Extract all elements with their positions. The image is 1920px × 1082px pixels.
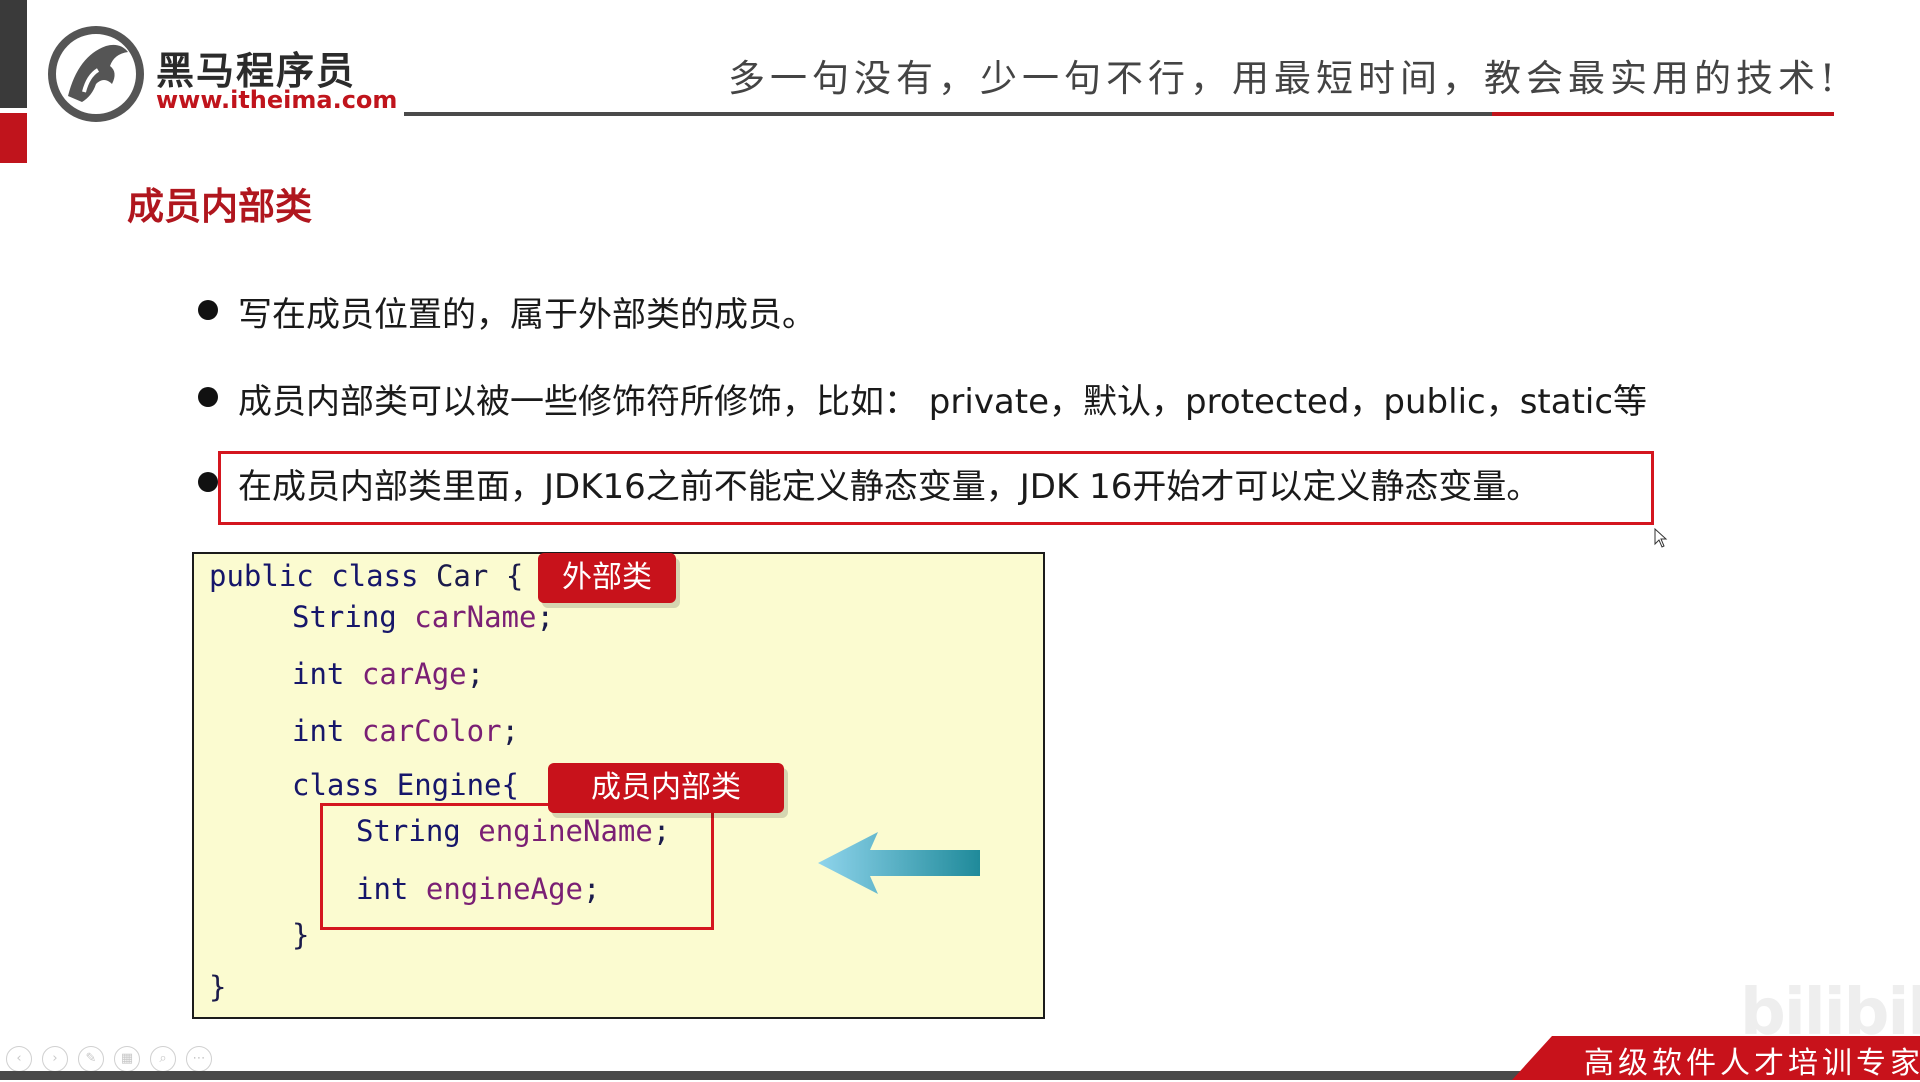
outer-class-tag: 外部类 [538,553,676,603]
next-icon[interactable]: › [42,1046,68,1072]
bullet-dot [198,472,218,492]
code-semicolon: ; [466,657,485,691]
itheima-logo: 黑马程序员 www.itheima.com [48,26,397,122]
pen-icon[interactable]: ✎ [78,1046,104,1072]
code-keyword: public class [209,559,419,593]
code-identifier: carName [414,600,537,634]
code-line-class-car: public class Car { [209,559,523,593]
bullet-text: 写在成员位置的，属于外部类的成员。 [238,295,816,335]
code-line-class-engine: class Engine{ [292,768,519,802]
zoom-icon[interactable]: ⌕ [150,1046,176,1072]
code-line-carname: String carName; [292,600,554,634]
code-brace: } [209,970,227,1004]
section-title: 成员内部类 [127,185,312,228]
code-line-inner-close: } [292,918,309,952]
bullet-dot [198,300,218,320]
code-brace: } [292,918,310,952]
code-type: int [292,714,345,748]
code-text: Car { [418,559,524,593]
header-slogan: 多一句没有，少一句不行，用最短时间，教会最实用的技术! [728,57,1840,100]
code-semicolon: ; [536,600,554,634]
left-edge-red-bar [0,113,27,163]
bullet-dot [198,387,218,407]
code-identifier: carColor [361,714,502,748]
footer-slogan: 高级软件人才培训专家 [1584,1046,1920,1081]
left-arrow-icon [818,832,980,894]
highlight-box [218,451,1654,525]
member-inner-class-tag: 成员内部类 [548,763,784,813]
code-semicolon: ; [501,714,520,748]
left-edge-dark-bar [0,0,27,108]
bullet-text: 成员内部类可以被一些修饰符所修饰，比如： private，默认，protecte… [238,382,1648,422]
slides-icon[interactable]: ▦ [114,1046,140,1072]
code-line-outer-close: } [209,970,226,1004]
code-type: int [292,657,345,691]
code-text: class Engine{ [292,768,519,802]
playback-controls: ‹ › ✎ ▦ ⌕ ⋯ [6,1046,212,1072]
mouse-cursor-icon [1654,528,1668,548]
more-icon[interactable]: ⋯ [186,1046,212,1072]
code-type: String [292,600,397,634]
inner-class-highlight-box [320,803,714,930]
code-line-carage: int carAge; [292,657,484,691]
header-divider-accent [1492,112,1834,116]
prev-icon[interactable]: ‹ [6,1046,32,1072]
horse-logo-icon [48,26,144,122]
code-identifier: carAge [361,657,467,691]
code-line-carcolor: int carColor; [292,714,519,748]
logo-url: www.itheima.com [156,86,398,114]
